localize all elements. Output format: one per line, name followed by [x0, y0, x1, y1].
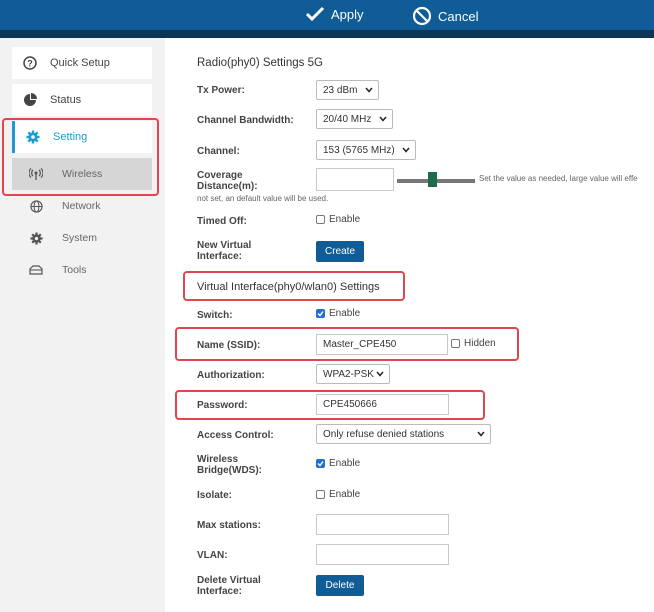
- ssid-input[interactable]: Master_CPE450: [316, 334, 448, 355]
- coverage-hint: Set the value as needed, large value wil…: [479, 174, 638, 183]
- channel-value: 153 (5765 MHz): [323, 144, 395, 156]
- bandwidth-label: Channel Bandwidth:: [197, 115, 294, 126]
- channel-label: Channel:: [197, 146, 240, 157]
- sidebar-item-quick-setup[interactable]: ? Quick Setup: [12, 47, 152, 79]
- sidebar-item-label: Quick Setup: [50, 57, 110, 69]
- timed-off-label: Timed Off:: [197, 216, 247, 227]
- settings-panel: Radio(phy0) Settings 5G Tx Power: 23 dBm…: [165, 38, 654, 612]
- hidden-option: Hidden: [464, 338, 496, 349]
- isolate-checkbox[interactable]: Enable: [316, 489, 360, 500]
- sidebar-item-label: Status: [50, 94, 82, 106]
- svg-text:?: ?: [27, 59, 33, 69]
- sidebar-item-label: Tools: [62, 264, 87, 276]
- sidebar-item-label: Network: [62, 200, 101, 212]
- hidden-checkbox[interactable]: Hidden: [451, 338, 496, 349]
- vlan-label: VLAN:: [197, 550, 228, 561]
- chevron-down-icon: [402, 147, 410, 153]
- coverage-slider-thumb[interactable]: [427, 172, 437, 187]
- max-stations-label: Max stations:: [197, 520, 261, 531]
- timed-off-checkbox[interactable]: Enable: [316, 214, 360, 225]
- delete-button[interactable]: Delete: [316, 575, 364, 596]
- top-toolbar: Apply Cancel: [0, 0, 654, 38]
- checkmark-icon: [305, 6, 325, 22]
- channel-select[interactable]: 153 (5765 MHz): [316, 140, 416, 160]
- chevron-down-icon: [376, 371, 384, 377]
- ssid-label: Name (SSID):: [197, 340, 261, 351]
- checkbox-box: [316, 490, 325, 499]
- gear-icon: [25, 129, 41, 145]
- chevron-down-icon: [379, 116, 387, 122]
- isolate-option: Enable: [329, 489, 361, 500]
- coverage-input[interactable]: [316, 168, 394, 191]
- cancel-label: Cancel: [438, 8, 479, 24]
- password-label: Password:: [197, 400, 248, 411]
- tx-power-select[interactable]: 23 dBm: [316, 80, 379, 100]
- sidebar-item-tools[interactable]: Tools: [12, 254, 152, 286]
- bandwidth-select[interactable]: 20/40 MHz: [316, 109, 393, 129]
- timed-off-option: Enable: [329, 214, 361, 225]
- sidebar-item-label: System: [62, 232, 98, 244]
- apply-button[interactable]: Apply: [305, 6, 364, 22]
- delete-vif-label: Delete Virtual Interface:: [197, 575, 261, 597]
- vif-section-title: Virtual Interface(phy0/wlan0) Settings: [197, 281, 380, 293]
- tx-power-value: 23 dBm: [323, 84, 358, 96]
- isolate-label: Isolate:: [197, 490, 233, 501]
- toolbar-strip: [0, 30, 654, 38]
- sidebar-item-status[interactable]: Status: [12, 84, 152, 116]
- apply-label: Apply: [331, 6, 364, 22]
- coverage-note: not set, an default value will be used.: [197, 194, 329, 203]
- coverage-label: Coverage Distance(m):: [197, 170, 258, 192]
- switch-checkbox[interactable]: Enable: [316, 308, 360, 319]
- auth-label: Authorization:: [197, 370, 265, 381]
- chevron-down-icon: [477, 431, 485, 437]
- pie-chart-icon: [22, 92, 38, 108]
- sidebar-item-setting[interactable]: Setting: [12, 121, 152, 153]
- auth-select[interactable]: WPA2-PSK: [316, 364, 390, 384]
- access-control-label: Access Control:: [197, 430, 274, 441]
- wds-option: Enable: [329, 458, 361, 469]
- check-icon: [317, 461, 324, 467]
- sidebar-item-label: Setting: [53, 131, 88, 143]
- wds-label: Wireless Bridge(WDS):: [197, 454, 262, 476]
- sidebar-item-network[interactable]: Network: [12, 190, 152, 222]
- antenna-icon: [28, 166, 44, 182]
- radio-section-title: Radio(phy0) Settings 5G: [197, 57, 323, 69]
- access-control-value: Only refuse denied stations: [323, 428, 445, 440]
- new-vif-label: New Virtual Interface:: [197, 240, 252, 262]
- globe-icon: [28, 198, 44, 214]
- sidebar-item-system[interactable]: System: [12, 222, 152, 254]
- switch-option: Enable: [329, 308, 361, 319]
- gear-icon: [28, 230, 44, 246]
- max-stations-input[interactable]: [316, 514, 449, 535]
- wds-checkbox[interactable]: Enable: [316, 458, 360, 469]
- check-icon: [317, 311, 324, 317]
- sidebar: ? Quick Setup Status Setting Wireless Ne…: [0, 38, 165, 612]
- chevron-down-icon: [365, 87, 373, 93]
- checkbox-box: [316, 459, 325, 468]
- switch-label: Switch:: [197, 310, 233, 321]
- sidebar-item-label: Wireless: [62, 168, 103, 180]
- create-button[interactable]: Create: [316, 241, 364, 262]
- tx-power-label: Tx Power:: [197, 85, 245, 96]
- bandwidth-value: 20/40 MHz: [323, 113, 372, 125]
- checkbox-box: [316, 215, 325, 224]
- vlan-input[interactable]: [316, 544, 449, 565]
- help-circle-icon: ?: [22, 55, 38, 71]
- auth-value: WPA2-PSK: [323, 368, 374, 380]
- checkbox-box: [451, 339, 460, 348]
- cancel-icon: [412, 6, 432, 26]
- sidebar-item-wireless[interactable]: Wireless: [12, 158, 152, 190]
- access-control-select[interactable]: Only refuse denied stations: [316, 424, 491, 444]
- password-input[interactable]: CPE450666: [316, 394, 449, 415]
- checkbox-box: [316, 309, 325, 318]
- cancel-button[interactable]: Cancel: [412, 6, 478, 26]
- toolbox-icon: [28, 262, 44, 278]
